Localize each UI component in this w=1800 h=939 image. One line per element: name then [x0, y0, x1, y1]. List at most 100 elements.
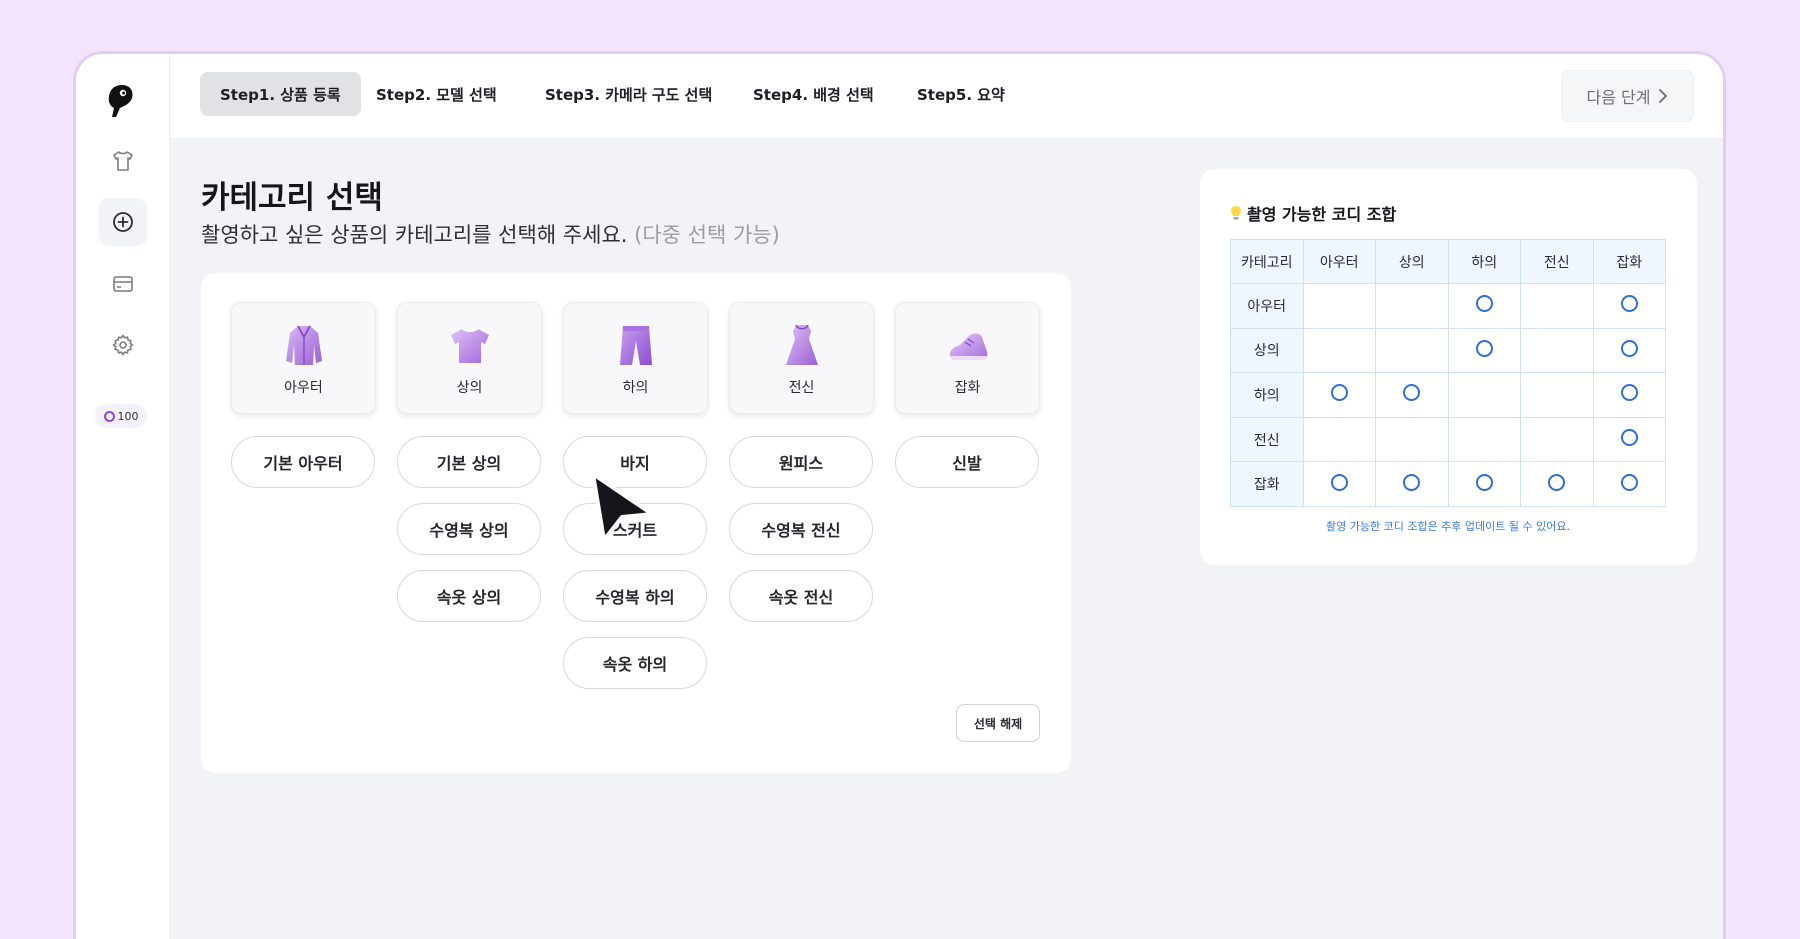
chip-basic-top[interactable]: 기본 상의: [397, 436, 541, 488]
chip-underwear-bottom[interactable]: 속옷 하의: [563, 637, 707, 689]
mouse-cursor-icon: [591, 472, 654, 542]
tshirt-icon: [113, 151, 133, 171]
combo-header-cell: 하의: [1447, 239, 1521, 284]
logo-icon: [108, 85, 133, 117]
combo-cell: [1592, 461, 1666, 507]
chip-underwear-top[interactable]: 속옷 상의: [397, 570, 541, 622]
combo-cell: [1447, 327, 1521, 374]
available-mark-icon: [1620, 429, 1638, 447]
combo-cell: [1592, 283, 1666, 329]
category-tile-top[interactable]: 상의: [397, 302, 542, 414]
combo-cell: [1302, 461, 1376, 507]
credit-badge[interactable]: 100: [95, 404, 147, 428]
card-icon: [113, 276, 133, 292]
combo-cell: [1447, 461, 1521, 507]
chevron-right-icon: [1659, 89, 1668, 103]
available-mark-icon: [1403, 384, 1421, 402]
sidebar-item-billing[interactable]: [99, 260, 147, 308]
combo-cell: [1592, 372, 1666, 418]
credit-count: 100: [117, 409, 139, 423]
combo-table: 카테고리 아우터 상의 하의 전신 잡화 아우터 상의 하의 전신 잡화: [1230, 239, 1666, 507]
lightbulb-icon: [1231, 206, 1241, 220]
combo-cell: [1302, 327, 1376, 374]
combo-card: 촬영 가능한 코디 조합 카테고리 아우터 상의 하의 전신 잡화 아우터 상의 하…: [1200, 169, 1697, 565]
sidebar-item-settings[interactable]: [99, 321, 147, 369]
shoe-icon: [949, 333, 987, 360]
next-step-label: 다음 단계: [1586, 88, 1651, 107]
combo-row-label: 전신: [1230, 416, 1304, 463]
next-step-button[interactable]: 다음 단계: [1561, 70, 1694, 122]
combo-cell: [1302, 416, 1376, 463]
combo-note: 촬영 가능한 코디 조합은 추후 업데이트 될 수 있어요.: [1326, 520, 1570, 533]
combo-cell: [1375, 372, 1449, 418]
combo-cell: [1375, 283, 1449, 329]
sidebar: 100: [76, 54, 170, 939]
combo-header-row: 카테고리 아우터 상의 하의 전신 잡화: [1230, 239, 1666, 284]
combo-cell: [1447, 283, 1521, 329]
category-tile-label: 상의: [456, 380, 483, 396]
combo-header-cell: 카테고리: [1230, 239, 1304, 284]
gear-icon: [112, 334, 134, 356]
tab-step1[interactable]: Step1. 상품 등록: [200, 72, 361, 116]
combo-row: 하의: [1230, 372, 1666, 418]
available-mark-icon: [1620, 339, 1638, 357]
sidebar-item-products[interactable]: [99, 137, 147, 185]
combo-row-label: 상의: [1230, 327, 1304, 374]
combo-cell: [1592, 416, 1666, 463]
available-mark-icon: [1475, 339, 1493, 357]
combo-header-cell: 전신: [1520, 239, 1594, 284]
combo-cell: [1520, 461, 1594, 507]
available-mark-icon: [1475, 295, 1493, 313]
plus-circle-icon: [113, 212, 133, 232]
category-tile-bottom[interactable]: 하의: [563, 302, 708, 414]
available-mark-icon: [1620, 473, 1638, 491]
tab-step2[interactable]: Step2. 모델 선택: [356, 72, 517, 116]
chip-swim-bottom[interactable]: 수영복 하의: [563, 570, 707, 622]
page-title: 카테고리 선택: [201, 180, 383, 216]
chip-swim-top[interactable]: 수영복 상의: [397, 503, 541, 555]
tab-step5[interactable]: Step5. 요약: [897, 72, 1025, 116]
combo-cell: [1520, 372, 1594, 418]
combo-header-cell: 상의: [1375, 239, 1449, 284]
combo-row: 전신: [1230, 416, 1666, 463]
combo-cell: [1592, 327, 1666, 374]
combo-cell: [1447, 372, 1521, 418]
available-mark-icon: [1475, 473, 1493, 491]
step-nav: Step1. 상품 등록 Step2. 모델 선택 Step3. 카메라 구도 …: [170, 54, 1723, 138]
tab-step3[interactable]: Step3. 카메라 구도 선택: [525, 72, 732, 116]
combo-body: 아우터 상의 하의 전신 잡화: [1230, 283, 1666, 507]
combo-header-cell: 아우터: [1302, 239, 1376, 284]
available-mark-icon: [1403, 473, 1421, 491]
main-content: 카테고리 선택 촬영하고 싶은 상품의 카테고리를 선택해 주세요. (다중 선…: [170, 138, 1723, 939]
pants-icon: [619, 326, 652, 365]
chip-shoes[interactable]: 신발: [895, 436, 1039, 488]
category-tile-accessory[interactable]: 잡화: [895, 302, 1040, 414]
combo-cell: [1520, 327, 1594, 374]
tab-step4[interactable]: Step4. 배경 선택: [733, 72, 894, 116]
chip-basic-outer[interactable]: 기본 아우터: [231, 436, 375, 488]
category-tile-label: 잡화: [954, 380, 981, 396]
combo-cell: [1520, 283, 1594, 329]
combo-cell: [1375, 461, 1449, 507]
combo-row: 아우터: [1230, 283, 1666, 329]
combo-row-label: 아우터: [1230, 283, 1304, 329]
chip-underwear-fullbody[interactable]: 속옷 전신: [729, 570, 873, 622]
category-tile-label: 전신: [788, 380, 815, 396]
chip-onepiece[interactable]: 원피스: [729, 436, 873, 488]
category-tile-outer[interactable]: 아우터: [231, 302, 376, 414]
available-mark-icon: [1620, 295, 1638, 313]
combo-row: 잡화: [1230, 461, 1666, 507]
subtitle-text: 촬영하고 싶은 상품의 카테고리를 선택해 주세요.: [201, 223, 628, 247]
combo-header-cell: 잡화: [1592, 239, 1666, 284]
available-mark-icon: [1620, 384, 1638, 402]
combo-cell: [1302, 283, 1376, 329]
deselect-button[interactable]: 선택 해제: [956, 704, 1040, 742]
credit-icon: [103, 410, 115, 422]
available-mark-icon: [1330, 384, 1348, 402]
category-tile-fullbody[interactable]: 전신: [729, 302, 874, 414]
sidebar-item-create[interactable]: [99, 198, 147, 246]
combo-row-label: 잡화: [1230, 461, 1304, 507]
chip-swim-fullbody[interactable]: 수영복 전신: [729, 503, 873, 555]
combo-title: 촬영 가능한 코디 조합: [1230, 201, 1396, 225]
available-mark-icon: [1548, 473, 1566, 491]
